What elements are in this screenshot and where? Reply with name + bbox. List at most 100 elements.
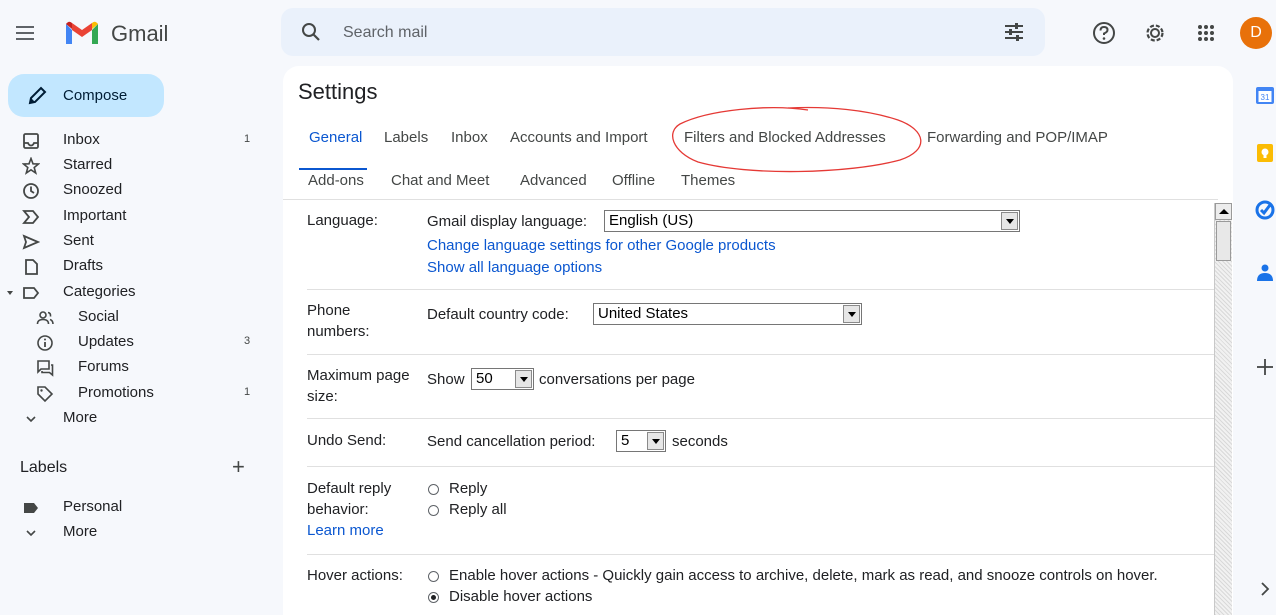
sidebar-item-more[interactable]: More (0, 406, 270, 431)
enable-hover-radio[interactable] (428, 571, 439, 582)
settings-panel: Settings General Labels Inbox Accounts a… (283, 66, 1233, 615)
add-app-plus-icon[interactable] (1254, 356, 1276, 378)
compose-button[interactable]: Compose (8, 74, 164, 117)
tab-accounts-and-import[interactable]: Accounts and Import (510, 129, 648, 146)
sidebar-item-drafts[interactable]: Drafts (0, 254, 270, 279)
scroll-up-arrow-icon[interactable] (1215, 203, 1232, 220)
sidebar-item-label: Updates (78, 333, 134, 350)
gmail-logo-icon[interactable] (64, 20, 100, 46)
reply-all-radio[interactable] (428, 505, 439, 516)
unread-count: 3 (244, 335, 251, 347)
tasks-icon[interactable] (1254, 199, 1276, 221)
select-value: 50 (476, 370, 493, 387)
display-language-label: Gmail display language: (427, 213, 588, 230)
expand-arrow-icon[interactable] (6, 289, 14, 297)
keep-icon[interactable] (1254, 142, 1276, 164)
row-divider (307, 554, 1215, 555)
forum-icon (37, 360, 54, 377)
dropdown-arrow-icon (647, 432, 664, 450)
tab-labels[interactable]: Labels (384, 129, 428, 146)
dropdown-arrow-icon (843, 305, 860, 323)
enable-hover-option-label: Enable hover actions - Quickly gain acce… (449, 567, 1158, 584)
tab-offline[interactable]: Offline (612, 172, 655, 189)
page-size-show-text: Show (427, 371, 465, 388)
cancellation-period-select[interactable]: 5 (616, 430, 666, 452)
page-size-select[interactable]: 50 (471, 368, 534, 390)
sidebar-item-starred[interactable]: Starred (0, 153, 270, 178)
account-avatar[interactable]: D (1240, 17, 1272, 49)
contacts-icon[interactable] (1254, 262, 1276, 284)
menu-icon-bar (16, 26, 34, 28)
unread-count: 1 (244, 133, 251, 145)
sidebar-item-label: Forums (78, 358, 129, 375)
row-divider (307, 466, 1215, 467)
tab-themes[interactable]: Themes (681, 172, 735, 189)
tab-general[interactable]: General (309, 129, 362, 146)
disable-hover-radio[interactable] (428, 592, 439, 603)
sidebar-item-snoozed[interactable]: Snoozed (0, 178, 270, 203)
hover-actions-label: Hover actions: (307, 567, 403, 584)
create-label-button[interactable]: + (232, 456, 245, 478)
phone-label-line2: numbers: (307, 323, 370, 340)
sidebar-item-label: Categories (63, 283, 136, 300)
sidebar-item-label: Drafts (63, 257, 104, 274)
tab-advanced[interactable]: Advanced (520, 172, 587, 189)
sidebar-item-label: More (63, 523, 98, 540)
settings-gear-icon[interactable] (1142, 20, 1168, 46)
sidebar-item-label: Important (63, 207, 127, 224)
search-bar[interactable] (281, 8, 1045, 56)
sidebar-item-social[interactable]: Social (0, 305, 270, 330)
sidebar-item-updates[interactable]: Updates 3 (0, 330, 270, 355)
sidebar-item-promotions[interactable]: Promotions 1 (0, 381, 270, 406)
sidebar-item-forums[interactable]: Forums (0, 355, 270, 380)
search-options-icon[interactable] (1003, 22, 1025, 42)
top-bar: Gmail D (0, 0, 1276, 66)
chevron-down-icon (26, 530, 36, 537)
pencil-icon (28, 86, 47, 105)
menu-icon-bar (16, 38, 34, 40)
label-icon (23, 287, 40, 299)
undo-send-label: Undo Send: (307, 432, 387, 449)
sidebar-item-inbox[interactable]: Inbox 1 (0, 128, 270, 153)
phone-label-line1: Phone (307, 302, 351, 319)
tab-chat-and-meet[interactable]: Chat and Meet (391, 172, 489, 189)
help-icon[interactable] (1091, 20, 1117, 46)
chevron-right-icon[interactable] (1254, 578, 1276, 600)
display-language-select[interactable]: English (US) (604, 210, 1020, 232)
sidebar-item-categories[interactable]: Categories (0, 280, 270, 305)
active-tab-indicator (299, 168, 367, 170)
settings-scrollbar[interactable] (1214, 203, 1232, 615)
calendar-icon[interactable]: 31 (1254, 84, 1276, 106)
select-value: 5 (621, 432, 630, 449)
sidebar-label-more[interactable]: More (0, 520, 270, 545)
apps-grid-icon[interactable] (1193, 20, 1219, 46)
unread-count: 1 (244, 386, 251, 398)
tab-inbox[interactable]: Inbox (451, 129, 488, 146)
sidebar-item-important[interactable]: Important (0, 204, 270, 229)
sidebar-item-label: Sent (63, 232, 94, 249)
search-input[interactable] (343, 21, 943, 45)
main-menu-button[interactable] (12, 19, 40, 47)
sidebar-item-sent[interactable]: Sent (0, 229, 270, 254)
sidebar-item-label: Snoozed (63, 181, 123, 198)
search-icon[interactable] (301, 22, 321, 42)
scrollbar-thumb[interactable] (1216, 221, 1231, 261)
tab-forwarding-and-pop-imap[interactable]: Forwarding and POP/IMAP (927, 129, 1108, 146)
change-language-link[interactable]: Change language settings for other Googl… (427, 235, 776, 256)
sidebar-item-label: Personal (63, 498, 123, 515)
tab-filters-and-blocked-addresses[interactable]: Filters and Blocked Addresses (684, 129, 886, 146)
cancellation-period-label: Send cancellation period: (427, 433, 596, 450)
label-filled-icon (24, 503, 38, 513)
show-all-languages-link[interactable]: Show all language options (427, 257, 602, 278)
country-code-select[interactable]: United States (593, 303, 862, 325)
row-divider (307, 418, 1215, 419)
sidebar-label-personal[interactable]: Personal (0, 495, 270, 520)
reply-option-label: Reply (449, 480, 488, 497)
tab-add-ons[interactable]: Add-ons (308, 172, 364, 189)
country-code-label: Default country code: (427, 306, 569, 323)
learn-more-link[interactable]: Learn more (307, 520, 384, 541)
sidebar-item-label: Starred (63, 156, 113, 173)
reply-radio[interactable] (428, 484, 439, 495)
row-divider (307, 289, 1215, 290)
page-size-suffix: conversations per page (539, 371, 695, 388)
